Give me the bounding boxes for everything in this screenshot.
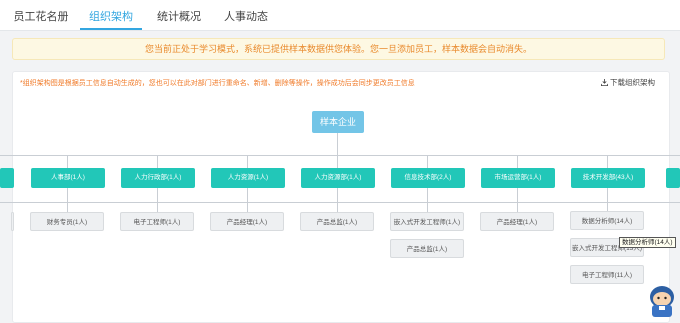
- position-node[interactable]: 产品经理(1人): [480, 212, 554, 231]
- connector-line: [427, 155, 428, 168]
- connector-line: [607, 188, 608, 212]
- dept-node-marketing[interactable]: 市场运营部(1人): [481, 168, 555, 188]
- connector-line: [427, 188, 428, 212]
- org-chart-hint: *组织架构图是根据员工信息自动生成的，您也可以在此对部门进行重命名、新增、删除等…: [20, 80, 415, 87]
- download-icon: [601, 79, 608, 86]
- learning-mode-notice: 您当前正处于学习模式，系统已提供样本数据供您体验。您一旦添加员工，样本数据会自动…: [12, 38, 665, 60]
- org-chart-card: [12, 71, 670, 323]
- connector-line: [157, 188, 158, 212]
- connector-line: [337, 155, 338, 168]
- dept-node-it[interactable]: 信息技术部(2人): [391, 168, 465, 188]
- hover-tooltip: 数据分析师(14人): [619, 237, 676, 248]
- dept-node-tech-dev[interactable]: 技术开发部(43人): [571, 168, 645, 188]
- connector-line: [337, 188, 338, 212]
- position-node[interactable]: 嵌入式开发工程师(1人): [390, 212, 464, 231]
- tab-hr-updates[interactable]: 人事动态: [217, 6, 275, 30]
- position-node[interactable]: 产品经理(1人): [210, 212, 284, 231]
- position-node[interactable]: 产品总监(1人): [300, 212, 374, 231]
- dept-node-hr-resources-dept[interactable]: 人力资源部(1人): [301, 168, 375, 188]
- position-node[interactable]: 财务专员(1人): [30, 212, 104, 231]
- connector-line: [337, 133, 338, 155]
- tab-statistics[interactable]: 统计概况: [150, 6, 208, 30]
- position-node[interactable]: 电子工程师(1人): [120, 212, 194, 231]
- dept-node-clipped-left[interactable]: [0, 168, 14, 188]
- connector-line: [67, 155, 68, 168]
- connector-line: [247, 188, 248, 212]
- tab-org-structure[interactable]: 组织架构: [80, 6, 142, 30]
- mascot-icon: [650, 286, 674, 317]
- position-node-clipped-left[interactable]: [11, 212, 14, 231]
- position-node[interactable]: 数据分析师(14人): [570, 211, 644, 230]
- tab-employee-roster[interactable]: 员工花名册: [12, 6, 70, 30]
- position-node[interactable]: 电子工程师(11人): [570, 265, 644, 284]
- download-label: 下载组织架构: [610, 78, 655, 87]
- dept-node-clipped-right[interactable]: [666, 168, 680, 188]
- connector-line: [0, 202, 680, 203]
- top-tab-bar: 员工花名册 组织架构 统计概况 人事动态: [0, 0, 680, 31]
- download-org-chart-button[interactable]: 下载组织架构: [601, 77, 655, 88]
- position-node[interactable]: 产品总监(1人): [390, 239, 464, 258]
- connector-line: [67, 188, 68, 212]
- dept-node-hr-resources[interactable]: 人力资源(1人): [211, 168, 285, 188]
- connector-line: [517, 155, 518, 168]
- connector-line: [607, 155, 608, 168]
- org-root-node[interactable]: 样本企业: [312, 111, 364, 133]
- connector-line: [517, 188, 518, 212]
- connector-line: [0, 155, 680, 156]
- dept-node-hr[interactable]: 人事部(1人): [31, 168, 105, 188]
- connector-line: [247, 155, 248, 168]
- connector-line: [157, 155, 158, 168]
- dept-node-hr-admin[interactable]: 人力行政部(1人): [121, 168, 195, 188]
